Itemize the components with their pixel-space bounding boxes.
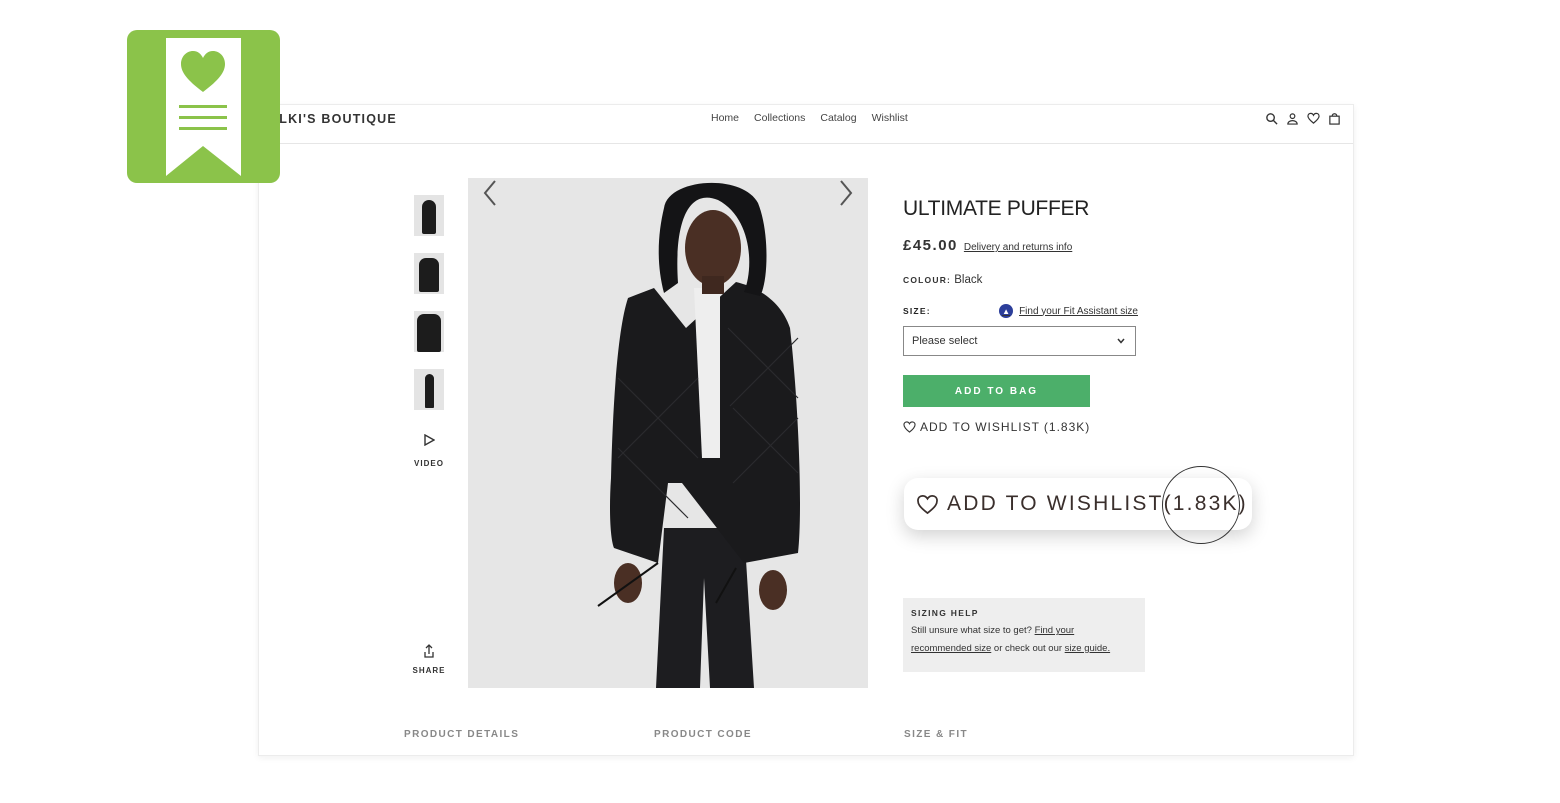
account-icon[interactable] (1286, 112, 1299, 125)
tab-product-details[interactable]: PRODUCT DETAILS (404, 729, 654, 740)
thumbnail-4[interactable] (414, 369, 444, 410)
colour-row: COLOUR: Black (903, 274, 1163, 286)
tab-product-code[interactable]: PRODUCT CODE (654, 729, 904, 740)
fit-assistant-link[interactable]: ▲ Find your Fit Assistant size (999, 304, 1138, 318)
sizing-help-box: SIZING HELP Still unsure what size to ge… (903, 598, 1145, 672)
prev-image-arrow-icon[interactable] (480, 178, 500, 208)
fit-assistant-text: Find your Fit Assistant size (1019, 305, 1138, 317)
callout-pointer (956, 462, 972, 478)
store-product-page: ALKI'S BOUTIQUE Home Collections Catalog… (258, 104, 1354, 756)
share-button[interactable]: SHARE (409, 643, 449, 675)
heart-outline-icon (903, 421, 916, 433)
thumbnail-list (414, 195, 444, 427)
sizing-help-heading: SIZING HELP (911, 608, 979, 618)
fit-assistant-icon: ▲ (999, 304, 1014, 318)
thumbnail-2[interactable] (414, 253, 444, 294)
size-select[interactable]: Please select (903, 326, 1136, 356)
play-icon (424, 433, 436, 447)
share-icon (424, 644, 434, 658)
product-title: ULTIMATE PUFFER (903, 197, 1090, 220)
search-icon[interactable] (1265, 112, 1278, 125)
main-product-image[interactable] (468, 178, 868, 688)
colour-value: Black (954, 274, 983, 286)
nav-collections[interactable]: Collections (754, 112, 805, 124)
share-label: SHARE (412, 666, 446, 675)
tab-size-fit[interactable]: SIZE & FIT (904, 729, 1154, 740)
wishlist-app-logo (127, 30, 280, 183)
delivery-returns-link[interactable]: Delivery and returns info (964, 242, 1072, 253)
wishlist-zoom-callout: ADD TO WISHLIST (1.83K) (904, 478, 1252, 530)
store-brand[interactable]: ALKI'S BOUTIQUE (269, 112, 397, 126)
add-to-wishlist-button[interactable]: ADD TO WISHLIST (1.83K) (903, 420, 1163, 434)
product-info: ULTIMATE PUFFER £45.00 Delivery and retu… (903, 197, 1163, 434)
add-to-bag-button[interactable]: ADD TO BAG (903, 375, 1090, 407)
colour-label: COLOUR: (903, 275, 952, 285)
sizing-help-text: Still unsure what size to get? Find your… (911, 622, 1137, 658)
nav-home[interactable]: Home (711, 112, 739, 124)
size-guide-link[interactable]: size guide. (1065, 643, 1110, 654)
next-image-arrow-icon[interactable] (836, 178, 856, 208)
wishlist-label: ADD TO WISHLIST (920, 420, 1040, 434)
header-icons (1265, 112, 1341, 125)
callout-wishlist-label: ADD TO WISHLIST (947, 492, 1164, 515)
top-navigation-bar: ALKI'S BOUTIQUE Home Collections Catalog… (259, 105, 1353, 144)
thumbnail-3[interactable] (414, 311, 444, 352)
sizing-help-text-2: or check out our (993, 643, 1063, 654)
chevron-down-icon (1117, 338, 1125, 344)
price-row: £45.00 Delivery and returns info (903, 237, 1163, 254)
product-detail-tabs: PRODUCT DETAILS PRODUCT CODE SIZE & FIT (404, 729, 1154, 740)
puffer-jacket-photo (597, 182, 801, 688)
size-select-value: Please select (912, 335, 978, 347)
main-nav: Home Collections Catalog Wishlist (711, 112, 908, 124)
product-price: £45.00 (903, 237, 958, 254)
video-label: VIDEO (414, 459, 444, 468)
bookmark-heart-icon (166, 38, 241, 176)
wishlist-count: (1.83K) (1043, 420, 1091, 434)
video-button[interactable]: VIDEO (409, 433, 449, 468)
thumbnail-1[interactable] (414, 195, 444, 236)
size-label: SIZE: (903, 306, 931, 316)
sizing-help-text-1: Still unsure what size to get? (911, 625, 1032, 636)
callout-wishlist-count: (1.83K) (1163, 492, 1248, 515)
nav-wishlist[interactable]: Wishlist (872, 112, 908, 124)
heart-outline-icon (917, 494, 938, 514)
size-row: SIZE: ▲ Find your Fit Assistant size (903, 304, 1138, 318)
nav-catalog[interactable]: Catalog (820, 112, 856, 124)
bag-icon[interactable] (1328, 112, 1341, 125)
wishlist-heart-icon[interactable] (1307, 112, 1320, 125)
